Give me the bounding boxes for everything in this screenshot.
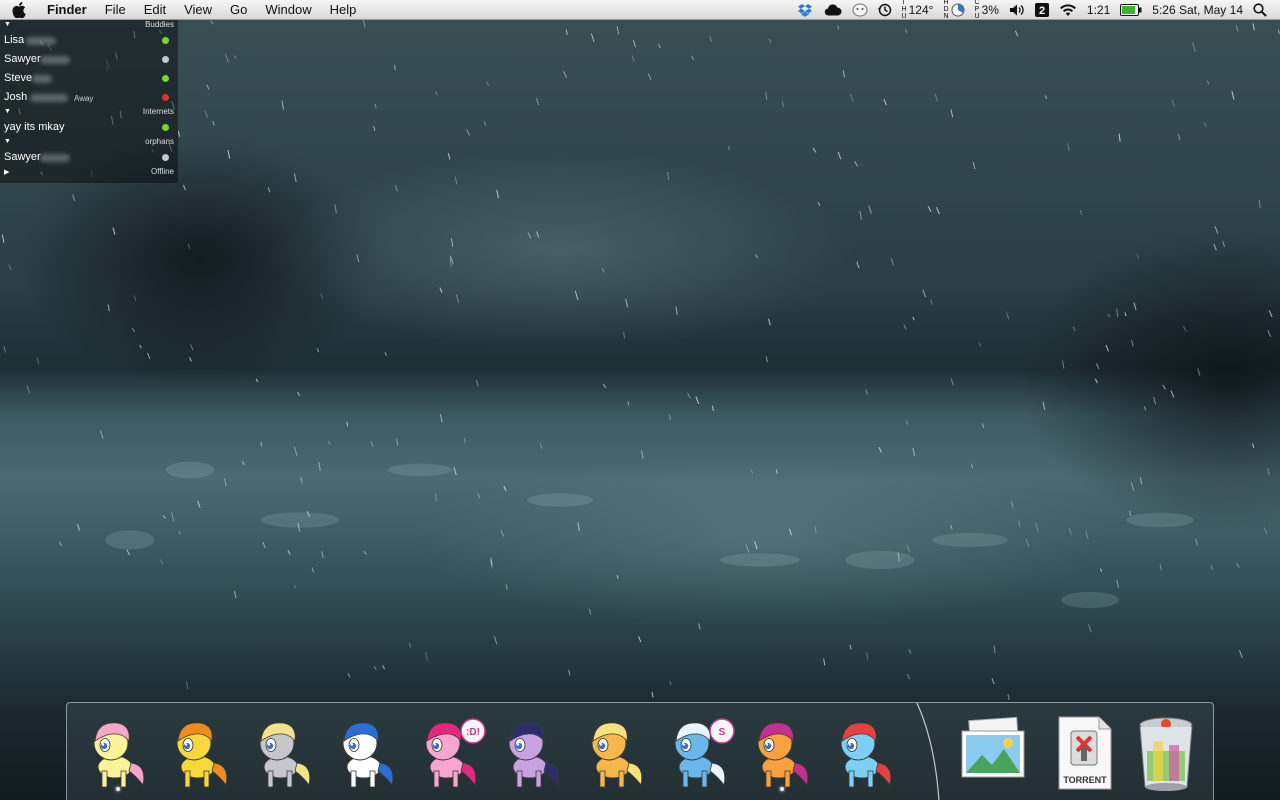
disclosure-triangle-icon[interactable]: ▼: [4, 21, 11, 28]
menu-help[interactable]: Help: [321, 0, 366, 20]
buddy-row[interactable]: Lisa: [0, 31, 178, 50]
disk-activity-readout[interactable]: HDN: [943, 0, 964, 20]
disclosure-triangle-icon[interactable]: ▼: [4, 138, 11, 145]
group-header-buddies[interactable]: ▼ Buddies: [0, 20, 178, 31]
group-name: Internets: [142, 107, 174, 116]
torrent-label: TORRENT: [1063, 775, 1107, 785]
status-dot: [162, 56, 169, 63]
blurred-surname: [32, 75, 52, 83]
cpu-percent: 3%: [981, 2, 999, 17]
group-header-offline[interactable]: ▶ Offline: [0, 167, 178, 178]
desktop-wallpaper: [0, 0, 1280, 800]
apple-menu[interactable]: [0, 0, 38, 20]
pictures-stack-icon[interactable]: [952, 711, 1034, 793]
blurred-surname: [40, 154, 70, 162]
scootaloo-pony-icon[interactable]: [741, 711, 823, 793]
spotlight-search-icon[interactable]: [1253, 2, 1267, 17]
buddy-name: Lisa: [4, 34, 25, 46]
spitfire-pony-icon[interactable]: [160, 711, 242, 793]
battery-time[interactable]: 1:21: [1087, 3, 1110, 17]
app-badge-text: :D!: [466, 727, 480, 738]
buddy-row[interactable]: Sawyer: [0, 50, 178, 69]
status-menus: THU 124° HDN CPU 3% 2 1:21 5:26 Sat, May…: [793, 0, 1280, 20]
apple-logo-icon: [12, 1, 26, 18]
status-dot: [162, 75, 169, 82]
buddy-list-widget: ▼ Buddies Lisa Sawyer Steve Josh Away ▼ …: [0, 20, 178, 183]
growl-icon[interactable]: [852, 3, 868, 17]
clock[interactable]: 5:26 Sat, May 14: [1152, 3, 1243, 17]
trash-icon[interactable]: [1125, 711, 1207, 793]
menu-file[interactable]: File: [96, 0, 135, 20]
group-header-internets[interactable]: ▼ Internets: [0, 107, 178, 118]
status-dot: [162, 154, 169, 161]
status-dot: [162, 37, 169, 44]
pinkie-pie-pony-icon[interactable]: :D!: [409, 711, 491, 793]
trixie-pony-icon[interactable]: S: [658, 711, 740, 793]
buddy-row[interactable]: Steve: [0, 69, 178, 88]
torrent-document-icon[interactable]: TORRENT: [1043, 711, 1125, 793]
group-header-orphans[interactable]: ▼ orphans: [0, 137, 178, 148]
group-name: Offline: [151, 167, 174, 176]
buddy-name: Sawyer: [4, 53, 41, 65]
tiny-p: P: [974, 6, 980, 13]
group-name: orphans: [145, 137, 174, 146]
tiny-d: D: [943, 6, 949, 13]
dock-separator: [916, 703, 940, 800]
tiny-u2: U: [974, 13, 980, 20]
buddy-row[interactable]: Josh Away: [0, 88, 178, 107]
menu-go[interactable]: Go: [221, 0, 256, 20]
tiny-n: N: [943, 13, 949, 20]
temperature-value: 124°: [908, 2, 934, 17]
blurred-surname: [26, 37, 56, 45]
disk-pie-icon: [951, 3, 964, 16]
blurred-surname: [40, 56, 70, 64]
temperature-readout[interactable]: THU 124°: [902, 0, 934, 20]
battery-icon[interactable]: [1120, 3, 1142, 16]
buddy-name: Steve: [4, 72, 33, 84]
fluttershy-pony-icon[interactable]: [77, 711, 159, 793]
buddy-row[interactable]: Sawyer: [0, 148, 178, 167]
buddy-name: Josh: [4, 91, 28, 103]
tiny-u: U: [901, 13, 907, 20]
running-indicator: [780, 787, 784, 791]
app-badge-text: S: [719, 727, 726, 738]
dropbox-icon[interactable]: [797, 3, 814, 17]
dock: TORRENT :D! S: [66, 702, 1214, 800]
menu-edit[interactable]: Edit: [135, 0, 175, 20]
group-name: Buddies: [145, 20, 174, 29]
status-dot: [162, 94, 169, 101]
menu-badge-icon[interactable]: 2: [1034, 2, 1049, 17]
derpy-pony-icon[interactable]: [243, 711, 325, 793]
status-dot: [162, 124, 169, 131]
blurred-surname: [30, 94, 68, 102]
away-label: Away: [74, 94, 94, 103]
buddy-name: Sawyer: [4, 151, 41, 163]
disclosure-triangle-icon[interactable]: ▼: [4, 108, 11, 115]
menu-bar: Finder File Edit View Go Window Help THU…: [0, 0, 1280, 20]
buddy-row[interactable]: yay its mkay: [0, 118, 178, 137]
volume-icon[interactable]: [1009, 3, 1025, 17]
menu-app-name[interactable]: Finder: [38, 0, 96, 20]
time-machine-icon[interactable]: [877, 3, 892, 17]
rainbow-dash-pony-icon[interactable]: [824, 711, 906, 793]
disclosure-triangle-collapsed-icon[interactable]: ▶: [4, 168, 9, 176]
menu-view[interactable]: View: [175, 0, 221, 20]
rain-splash-layer: [1, 19, 1280, 700]
twilight-sparkle-pony-icon[interactable]: [492, 711, 574, 793]
buddy-name: yay its mkay: [4, 121, 65, 133]
tiny-h: H: [901, 6, 907, 13]
applejack-pony-icon[interactable]: [575, 711, 657, 793]
vinyl-scratch-pony-icon[interactable]: [326, 711, 408, 793]
menu-window[interactable]: Window: [256, 0, 320, 20]
menu-badge-number: 2: [1039, 5, 1045, 17]
wifi-icon[interactable]: [1059, 3, 1077, 17]
cpu-readout[interactable]: CPU 3%: [975, 0, 999, 20]
running-indicator: [116, 787, 120, 791]
icloud-icon[interactable]: [824, 4, 842, 16]
